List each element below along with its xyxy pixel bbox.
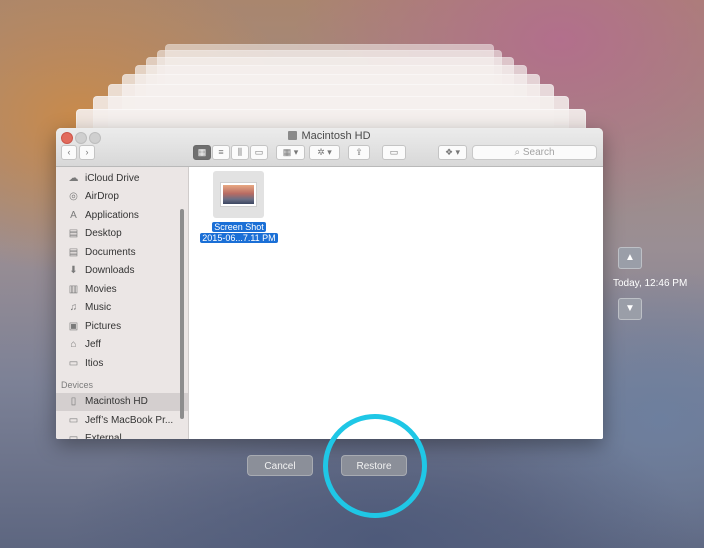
timeline-up-button[interactable]: ▲ (618, 247, 642, 269)
dropbox-icon: ❖ ▾ (444, 147, 461, 157)
home-icon: ⌂ (70, 339, 77, 350)
dropbox-button[interactable]: ❖ ▾ (438, 145, 467, 160)
view-list-button[interactable]: ≡ (212, 145, 230, 160)
chevron-up-icon: ▲ (625, 252, 635, 263)
sidebar: ☁ iCloud Drive ◎ AirDrop A Applications … (56, 167, 189, 439)
back-button[interactable]: ‹ (61, 145, 77, 160)
title-bar: Macintosh HD ‹ › ▦ ≡ ⫼ ▭ ▦ ▾ ✲ ▾ ⇪ ▭ ❖ ▾… (56, 128, 603, 167)
movies-icon: ▥ (68, 284, 79, 295)
sidebar-item-applications[interactable]: A Applications (56, 207, 188, 225)
history-window (76, 109, 586, 129)
external-disk-icon: ▭ (68, 433, 79, 440)
view-columns-button[interactable]: ⫼ (231, 145, 249, 160)
chevron-down-icon: ▼ (625, 303, 635, 314)
sidebar-item-pictures[interactable]: ▣ Pictures (56, 318, 188, 336)
tag-icon: ▭ (389, 147, 399, 157)
applications-icon: A (70, 210, 77, 221)
sidebar-item-itios[interactable]: ▭ Itios (56, 355, 188, 373)
sidebar-item-icloud-drive[interactable]: ☁ iCloud Drive (56, 170, 188, 188)
icon-view-icon: ▦ (197, 147, 207, 157)
tags-button[interactable]: ▭ (382, 145, 406, 160)
search-field[interactable]: ⌕ Search (472, 145, 597, 160)
downloads-icon: ⬇ (69, 265, 78, 276)
file-thumbnail[interactable] (213, 171, 264, 218)
documents-icon: ▤ (68, 247, 79, 258)
sidebar-item-movies[interactable]: ▥ Movies (56, 281, 188, 299)
sidebar-item-music[interactable]: ♫ Music (56, 299, 188, 317)
chevron-left-icon: ‹ (67, 147, 71, 157)
sidebar-item-downloads[interactable]: ⬇ Downloads (56, 262, 188, 280)
gear-icon: ✲ ▾ (317, 147, 332, 157)
laptop-icon: ▭ (68, 415, 79, 426)
arrange-button[interactable]: ▦ ▾ (276, 145, 305, 160)
finder-window: Macintosh HD ‹ › ▦ ≡ ⫼ ▭ ▦ ▾ ✲ ▾ ⇪ ▭ ❖ ▾… (56, 128, 603, 439)
image-thumbnail-icon (220, 182, 257, 207)
sidebar-item-airdrop[interactable]: ◎ AirDrop (56, 188, 188, 206)
highlight-circle (323, 414, 427, 518)
arrange-grid-icon: ▦ ▾ (282, 147, 299, 157)
hard-disk-icon: ▯ (70, 396, 77, 407)
cloud-icon: ☁ (68, 173, 79, 184)
timeline-down-button[interactable]: ▼ (618, 298, 642, 320)
sidebar-item-documents[interactable]: ▤ Documents (56, 244, 188, 262)
share-button[interactable]: ⇪ (348, 145, 370, 160)
sidebar-item-jeff[interactable]: ⌂ Jeff (56, 336, 188, 354)
desktop-icon: ▤ (68, 228, 79, 239)
sidebar-item-macintosh-hd[interactable]: ▯ Macintosh HD (56, 393, 188, 411)
music-icon: ♫ (69, 302, 78, 313)
column-view-icon: ⫼ (237, 147, 243, 157)
sidebar-item-desktop[interactable]: ▤ Desktop (56, 225, 188, 243)
view-coverflow-button[interactable]: ▭ (250, 145, 268, 160)
sidebar-item-macbook-pro[interactable]: ▭ Jeff’s MacBook Pr... (56, 412, 188, 430)
file-browser-content: Screen Shot 2015-06...7.11 PM (189, 167, 603, 439)
file-name-label[interactable]: Screen Shot 2015-06...7.11 PM (196, 222, 282, 244)
timeline-date-label: Today, 12:46 PM (613, 278, 688, 289)
pictures-icon: ▣ (68, 321, 79, 332)
sidebar-scrollbar[interactable] (180, 209, 184, 419)
folder-icon: ▭ (68, 358, 79, 369)
forward-button[interactable]: › (79, 145, 95, 160)
view-icon-button[interactable]: ▦ (193, 145, 211, 160)
sidebar-item-external[interactable]: ▭ External (56, 430, 188, 439)
share-icon: ⇪ (355, 147, 363, 157)
list-view-icon: ≡ (218, 147, 224, 157)
airdrop-icon: ◎ (69, 191, 78, 202)
action-button[interactable]: ✲ ▾ (309, 145, 340, 160)
cancel-button[interactable]: Cancel (247, 455, 313, 476)
window-title: Macintosh HD (56, 130, 603, 142)
chevron-right-icon: › (85, 147, 89, 157)
hard-disk-icon (288, 131, 298, 140)
sidebar-heading-devices: Devices (61, 380, 94, 390)
cover-flow-icon: ▭ (254, 147, 264, 157)
search-icon: ⌕ (514, 147, 521, 158)
